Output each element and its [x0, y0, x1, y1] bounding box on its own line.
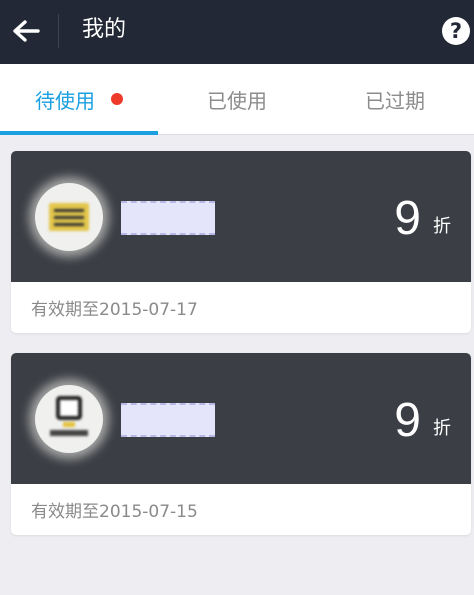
discount-value: 9 — [394, 192, 421, 245]
app-header: 我的 ? — [0, 0, 474, 64]
discount-unit: 折 — [433, 216, 451, 237]
coupon-header: 9 折 — [11, 353, 471, 484]
back-button[interactable] — [10, 14, 42, 48]
tab-label: 待使用 — [35, 88, 95, 113]
discount: 9 折 — [394, 395, 451, 447]
merchant-logo — [35, 183, 103, 251]
coupon-tabs: 待使用 已使用 已过期 — [0, 64, 474, 135]
expiry-date: 有效期至2015-07-15 — [31, 502, 198, 522]
coupon-card[interactable]: 9 折 有效期至2015-07-15 — [11, 353, 471, 535]
expiry-date: 有效期至2015-07-17 — [31, 300, 198, 320]
tab-used[interactable]: 已使用 — [158, 64, 316, 134]
page-title: 我的 — [82, 17, 127, 42]
arrow-left-icon — [13, 20, 40, 42]
help-icon[interactable]: ? — [442, 17, 470, 45]
merchant-logo — [35, 385, 103, 453]
tab-unused[interactable]: 待使用 — [0, 64, 158, 134]
discount-value: 9 — [394, 394, 421, 447]
tab-label: 已过期 — [365, 88, 425, 113]
header-divider — [58, 14, 59, 48]
coupon-card[interactable]: 9 折 有效期至2015-07-17 — [11, 151, 471, 333]
merchant-name-redacted — [121, 201, 215, 235]
discount: 9 折 — [394, 193, 451, 245]
discount-unit: 折 — [433, 418, 451, 439]
tab-label: 已使用 — [207, 88, 267, 113]
new-indicator-dot — [111, 93, 123, 105]
merchant-name-redacted — [121, 403, 215, 437]
coupon-header: 9 折 — [11, 151, 471, 282]
active-tab-indicator — [0, 131, 158, 135]
tab-expired[interactable]: 已过期 — [316, 64, 474, 134]
